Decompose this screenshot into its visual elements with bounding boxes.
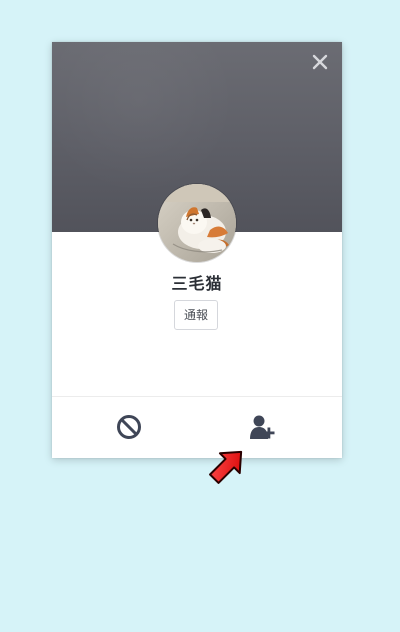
profile-name: 三毛猫 (171, 274, 223, 293)
avatar (158, 184, 236, 262)
report-button[interactable]: 通報 (174, 300, 218, 330)
card-divider (52, 396, 342, 397)
close-icon (312, 54, 328, 70)
block-icon (117, 415, 141, 439)
block-button[interactable] (114, 412, 144, 442)
add-friend-icon (250, 415, 275, 439)
close-button[interactable] (310, 52, 330, 72)
avatar-image (158, 184, 236, 262)
profile-card: 三毛猫 通報 (52, 42, 342, 458)
add-friend-button[interactable] (247, 412, 277, 442)
